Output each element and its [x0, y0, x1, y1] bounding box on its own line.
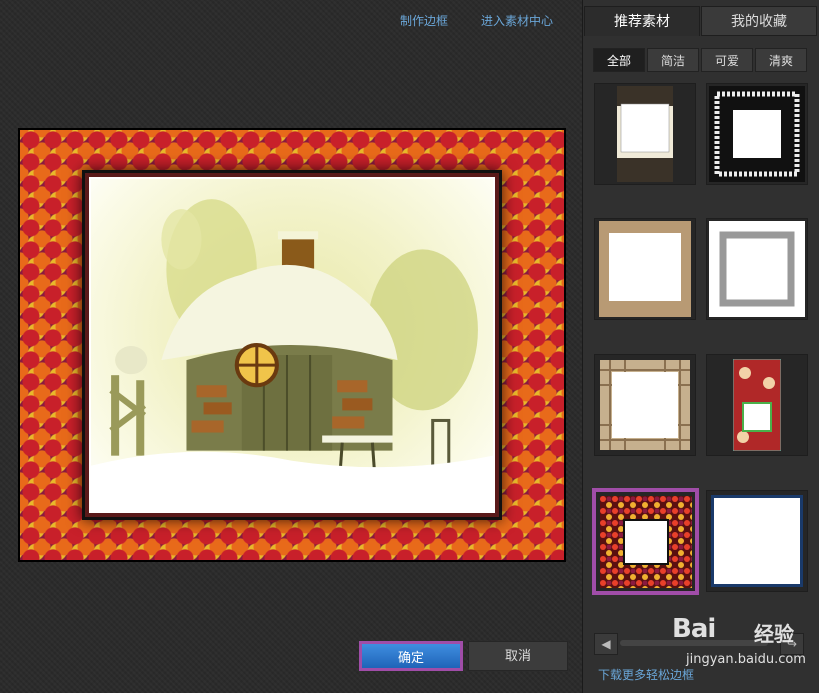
- candy-frame-art: [599, 495, 692, 588]
- thumbnail-candy-frame[interactable]: [592, 488, 699, 595]
- inner-frame-border: [82, 170, 502, 520]
- confirm-button[interactable]: 确定: [359, 641, 463, 671]
- prev-page-button[interactable]: ◀: [594, 633, 618, 655]
- cupcake-frame-art: [733, 359, 781, 451]
- make-frame-link[interactable]: 制作边框: [400, 12, 448, 29]
- thumbnail-damask-strip-frame[interactable]: [594, 83, 696, 185]
- thumbnail-white-lace-frame[interactable]: [706, 83, 808, 185]
- preview-photo: [89, 177, 495, 513]
- watermark-url: jingyan.baidu.com: [686, 652, 806, 667]
- thumbnail-cupcake-frame[interactable]: [706, 354, 808, 456]
- thumbnail-blue-border-frame[interactable]: [706, 490, 808, 592]
- filter-fresh[interactable]: 清爽: [755, 48, 807, 72]
- tab-favorites[interactable]: 我的收藏: [701, 6, 817, 36]
- watermark-brand: Bai: [672, 614, 716, 644]
- stamp-frame-art: [709, 221, 805, 317]
- thumbnail-vintage-paper-frame[interactable]: [594, 218, 696, 320]
- lace-frame-art: [709, 86, 805, 182]
- candy-frame-preview: [18, 128, 566, 562]
- vintage-frame-art: [599, 221, 691, 317]
- damask-frame-art: [617, 86, 673, 182]
- material-center-link[interactable]: 进入素材中心: [481, 12, 553, 29]
- preview-panel: 制作边框 进入素材中心 确定 取消: [0, 0, 582, 693]
- tab-recommended[interactable]: 推荐素材: [584, 6, 700, 36]
- watermark-jingyan: 经验: [754, 622, 794, 646]
- filter-all[interactable]: 全部: [593, 48, 645, 72]
- download-more-link[interactable]: 下载更多轻松边框: [598, 666, 694, 683]
- thumbnail-stamp-edge-frame[interactable]: [706, 218, 808, 320]
- thumbnail-plaid-frame[interactable]: [594, 354, 696, 456]
- material-sidebar: 推荐素材 我的收藏 全部 简洁 可爱 清爽: [582, 0, 819, 693]
- blue-frame-art: [711, 495, 803, 587]
- cancel-button[interactable]: 取消: [468, 641, 568, 671]
- filter-simple[interactable]: 简洁: [647, 48, 699, 72]
- plaid-frame-art: [600, 360, 690, 450]
- snow-cottage-illustration: [91, 199, 493, 511]
- filter-cute[interactable]: 可爱: [701, 48, 753, 72]
